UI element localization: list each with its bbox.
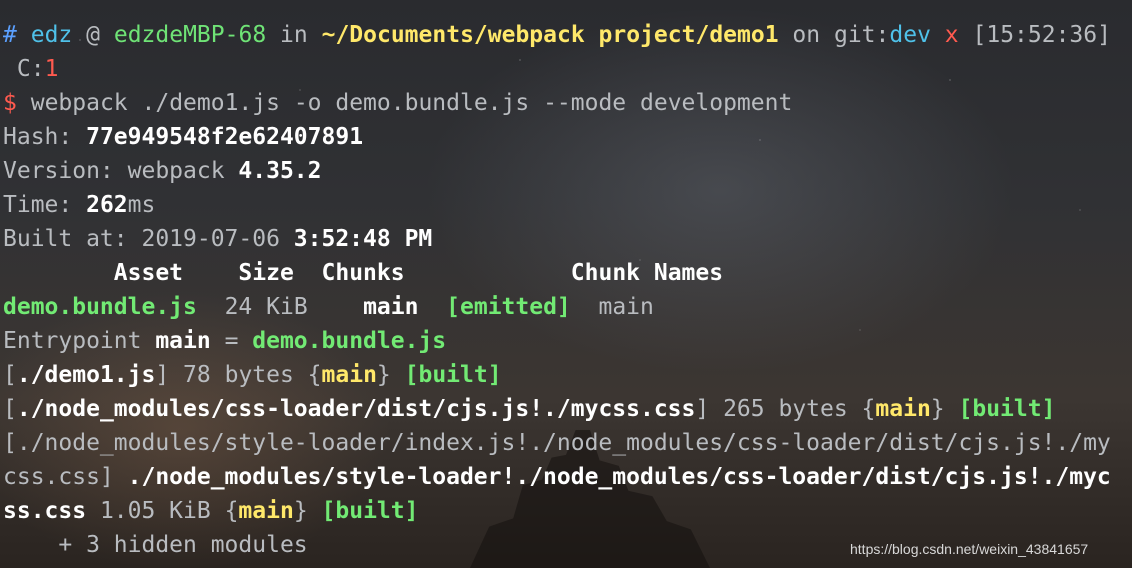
module-line-1: [./demo1.js] 78 bytes {main} [built] (3, 358, 1129, 392)
version-label: Version: webpack (3, 158, 239, 184)
prompt-time: [15:52:36] (972, 22, 1111, 48)
module-1-built: [built] (404, 362, 502, 388)
header-chunk-names: Chunk Names (570, 260, 724, 286)
command-text: webpack ./demo1.js -o demo.bundle.js --m… (30, 90, 793, 116)
entrypoint-file: demo.bundle.js (252, 328, 447, 354)
row-chunks: main (363, 294, 419, 320)
module-1-open: [ (3, 362, 17, 388)
command-line: $ webpack ./demo1.js -o demo.bundle.js -… (3, 86, 1129, 120)
command-symbol: $ (3, 90, 17, 116)
prompt-git-label: git: (833, 22, 890, 48)
header-asset: Asset (113, 260, 184, 286)
prompt-at: @ (86, 22, 100, 48)
entrypoint-line: Entrypoint main = demo.bundle.js (3, 324, 1129, 358)
prompt-path: ~/Documents/webpack project/demo1 (321, 22, 779, 48)
module-3-name-part1: ./node_modules/style-loader!./node_modul… (127, 464, 1111, 490)
entrypoint-name: main (155, 328, 211, 354)
module-1-brace: } (376, 362, 391, 388)
module-2-open: [ (3, 396, 17, 422)
exit-code-line: C:1 (3, 52, 1129, 86)
row-size: 24 KiB (224, 294, 308, 320)
prompt-user: edz (30, 22, 73, 48)
header-chunks: Chunks (321, 260, 405, 286)
time-line: Time: 262ms (3, 188, 1129, 222)
row-asset: demo.bundle.js (3, 294, 197, 320)
module-2-size: 265 bytes { (709, 396, 876, 422)
module-2-built: [built] (958, 396, 1056, 422)
entrypoint-label: Entrypoint (3, 328, 156, 354)
module-line-3a: [./node_modules/style-loader/index.js!./… (3, 426, 1129, 460)
module-3-brace: } (293, 498, 308, 524)
hash-line: Hash: 77e949548f2e62407891 (3, 120, 1129, 154)
module-line-2: [./node_modules/css-loader/dist/cjs.js!.… (3, 392, 1129, 426)
module-2-path: ./node_modules/css-loader/dist/cjs.js!./… (16, 396, 696, 422)
prompt-in: in (280, 22, 308, 48)
built-line: Built at: 2019-07-06 3:52:48 PM (3, 222, 1129, 256)
module-3-path-part2: css.css] (3, 464, 128, 490)
table-header: Asset Size Chunks Chunk Names (3, 256, 1129, 290)
time-unit: ms (127, 192, 156, 218)
module-2-chunk: main (875, 396, 931, 422)
entrypoint-eq: = (210, 328, 253, 354)
module-3-built: [built] (321, 498, 419, 524)
built-time: 3:52:48 PM (293, 226, 433, 252)
prompt-line: # edz @ edzdeMBP-68 in ~/Documents/webpa… (3, 18, 1129, 52)
terminal-output[interactable]: # edz @ edzdeMBP-68 in ~/Documents/webpa… (3, 18, 1129, 562)
module-3-size: 1.05 KiB { (86, 498, 239, 524)
module-3-name-part2: ss.css (3, 498, 87, 524)
prompt-dirty: x (944, 22, 959, 48)
prompt-hash: # (3, 22, 17, 48)
prompt-host: edzdeMBP-68 (113, 22, 267, 48)
watermark-url: https://blog.csdn.net/weixin_43841657 (850, 541, 1089, 557)
exit-code-value: 1 (44, 56, 59, 82)
module-1-close: ] (155, 362, 170, 388)
row-status: [emitted] (446, 294, 571, 320)
prompt-branch: dev (889, 22, 931, 48)
module-line-3c: ss.css 1.05 KiB {main} [built] (3, 494, 1129, 528)
time-label: Time: (3, 192, 87, 218)
header-size: Size (238, 260, 294, 286)
time-value: 262 (86, 192, 128, 218)
module-2-close: ] (695, 396, 710, 422)
module-1-chunk: main (321, 362, 377, 388)
module-line-3b: css.css] ./node_modules/style-loader!./n… (3, 460, 1129, 494)
table-row: demo.bundle.js 24 KiB main [emitted] mai… (3, 290, 1129, 324)
hash-label: Hash: (3, 124, 87, 150)
prompt-on: on (792, 22, 821, 48)
module-3-chunk: main (238, 498, 294, 524)
built-label: Built at: 2019-07-06 (3, 226, 294, 252)
hash-value: 77e949548f2e62407891 (86, 124, 364, 150)
row-chunk-names: main (598, 294, 654, 320)
module-2-brace: } (930, 396, 945, 422)
exit-code-label: C: (16, 56, 45, 82)
module-3-path-part1: [./node_modules/style-loader/index.js!./… (3, 430, 1111, 456)
hidden-modules: + 3 hidden modules (3, 532, 308, 558)
version-line: Version: webpack 4.35.2 (3, 154, 1129, 188)
module-1-size: 78 bytes { (169, 362, 322, 388)
version-value: 4.35.2 (238, 158, 322, 184)
module-1-path: ./demo1.js (16, 362, 156, 388)
